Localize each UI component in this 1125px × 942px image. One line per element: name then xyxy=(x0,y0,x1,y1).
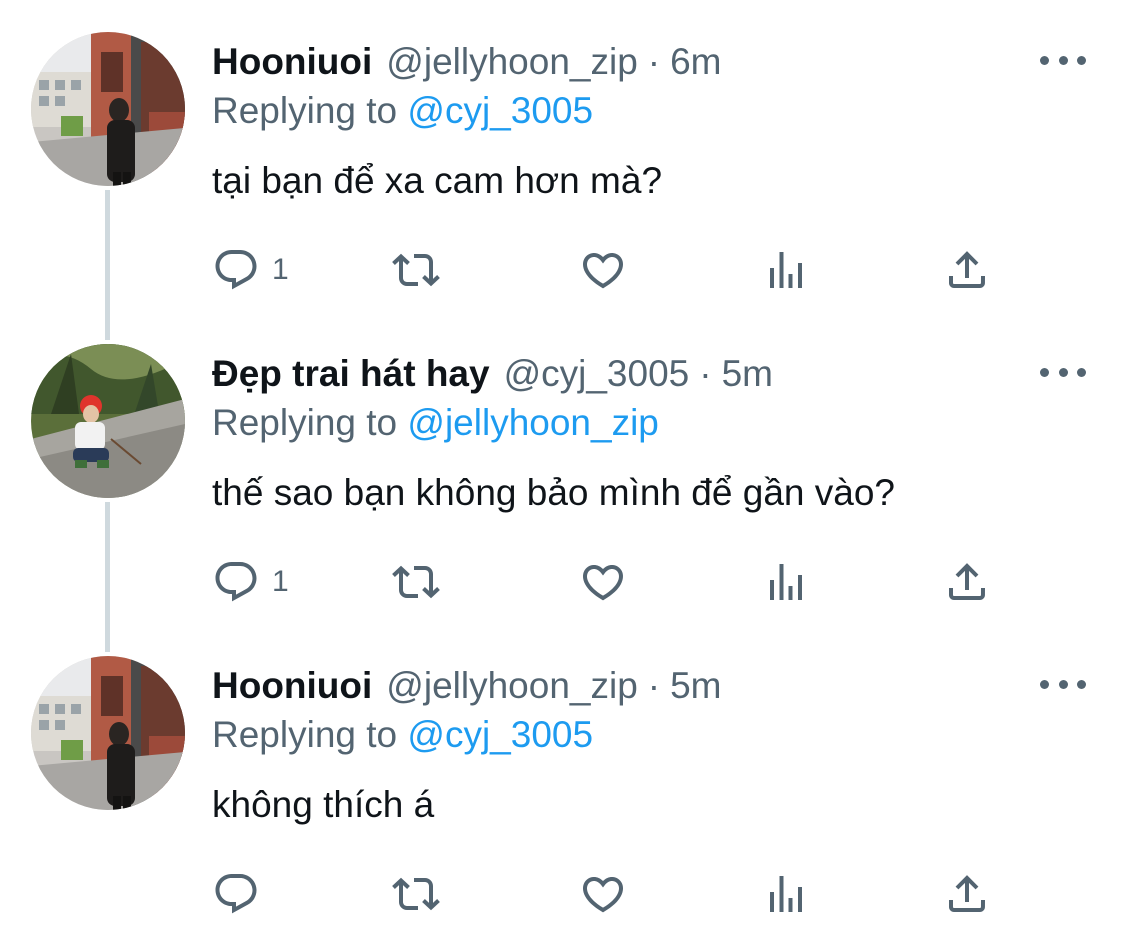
analytics-icon xyxy=(770,876,802,912)
retweet-icon xyxy=(392,565,440,599)
heart-icon xyxy=(582,253,624,289)
separator-dot: · xyxy=(699,353,712,394)
reply-button[interactable]: 1 xyxy=(212,556,289,608)
tweet-text: không thích á xyxy=(212,784,435,825)
avatar-photo-alley xyxy=(31,32,185,186)
action-bar xyxy=(212,868,1072,920)
reply-icon xyxy=(215,874,257,914)
views-button[interactable] xyxy=(762,868,810,920)
replying-to-line: Replying to @jellyhoon_zip xyxy=(212,402,659,444)
more-options-icon[interactable] xyxy=(1040,677,1086,691)
reply-count: 1 xyxy=(272,565,289,598)
heart-icon xyxy=(582,565,624,601)
reply-count: 1 xyxy=(272,253,289,286)
reply-icon xyxy=(215,562,257,602)
analytics-icon xyxy=(770,564,802,600)
retweet-button[interactable] xyxy=(392,244,440,296)
avatar[interactable] xyxy=(31,656,185,810)
tweet-header: Hooniuoi @jellyhoon_zip · 6m xyxy=(212,38,722,86)
tweet[interactable]: Hooniuoi @jellyhoon_zip · 5m Replying to… xyxy=(0,624,1125,936)
like-button[interactable] xyxy=(579,556,627,608)
reply-icon xyxy=(215,250,257,290)
replying-to-label: Replying to xyxy=(212,90,398,131)
replying-to-label: Replying to xyxy=(212,402,398,443)
timestamp[interactable]: 6m xyxy=(670,41,721,83)
tweet-header: Hooniuoi @jellyhoon_zip · 5m xyxy=(212,662,722,710)
replying-to-mention[interactable]: @cyj_3005 xyxy=(407,90,593,131)
share-button[interactable] xyxy=(943,556,991,608)
share-icon xyxy=(949,251,985,288)
display-name[interactable]: Đẹp trai hát hay xyxy=(212,353,490,395)
retweet-icon xyxy=(392,877,440,911)
replying-to-line: Replying to @cyj_3005 xyxy=(212,714,593,756)
separator-dot: · xyxy=(647,41,661,82)
display-name[interactable]: Hooniuoi xyxy=(212,665,372,707)
tweet-text: thế sao bạn không bảo mình để gần vào? xyxy=(212,472,895,513)
user-handle[interactable]: @jellyhoon_zip xyxy=(386,665,637,707)
share-icon xyxy=(949,563,985,600)
display-name[interactable]: Hooniuoi xyxy=(212,41,372,83)
reply-button[interactable] xyxy=(212,868,260,920)
retweet-icon xyxy=(392,253,440,287)
views-button[interactable] xyxy=(762,244,810,296)
tweet[interactable]: Hooniuoi @jellyhoon_zip · 6m Replying to… xyxy=(0,0,1125,340)
retweet-button[interactable] xyxy=(392,556,440,608)
separator-dot: · xyxy=(647,665,661,706)
reply-button[interactable]: 1 xyxy=(212,244,289,296)
avatar[interactable] xyxy=(31,32,185,186)
avatar-photo-alley xyxy=(31,656,185,810)
views-button[interactable] xyxy=(762,556,810,608)
action-bar: 1 xyxy=(212,556,1072,608)
replying-to-mention[interactable]: @cyj_3005 xyxy=(407,714,593,755)
replying-to-line: Replying to @cyj_3005 xyxy=(212,90,593,132)
heart-icon xyxy=(582,877,624,913)
like-button[interactable] xyxy=(579,868,627,920)
like-button[interactable] xyxy=(579,244,627,296)
timestamp[interactable]: 5m xyxy=(722,353,773,395)
share-button[interactable] xyxy=(943,868,991,920)
replying-to-label: Replying to xyxy=(212,714,398,755)
user-handle[interactable]: @cyj_3005 xyxy=(504,353,690,395)
reply-thread: Hooniuoi @jellyhoon_zip · 6m Replying to… xyxy=(0,0,1125,942)
retweet-button[interactable] xyxy=(392,868,440,920)
share-icon xyxy=(949,875,985,912)
tweet-header: Đẹp trai hát hay @cyj_3005 · 5m xyxy=(212,350,773,398)
timestamp[interactable]: 5m xyxy=(670,665,721,707)
tweet[interactable]: Đẹp trai hát hay @cyj_3005 · 5m Replying… xyxy=(0,312,1125,652)
tweet-text: tại bạn để xa cam hơn mà? xyxy=(212,160,663,201)
avatar-photo-red-hair xyxy=(31,344,185,498)
avatar[interactable] xyxy=(31,344,185,498)
more-options-icon[interactable] xyxy=(1040,53,1086,67)
more-options-icon[interactable] xyxy=(1040,365,1086,379)
user-handle[interactable]: @jellyhoon_zip xyxy=(386,41,637,83)
share-button[interactable] xyxy=(943,244,991,296)
analytics-icon xyxy=(770,252,802,288)
action-bar: 1 xyxy=(212,244,1072,296)
replying-to-mention[interactable]: @jellyhoon_zip xyxy=(407,402,658,443)
